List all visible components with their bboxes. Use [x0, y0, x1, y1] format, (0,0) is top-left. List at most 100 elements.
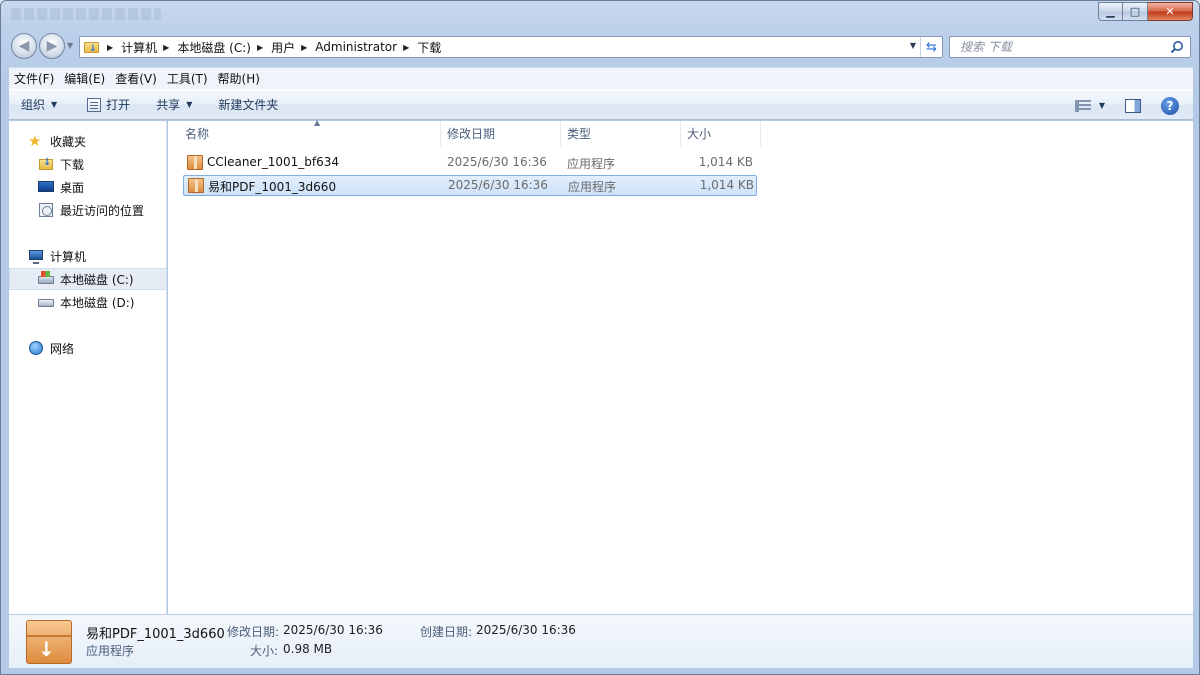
downloads-folder-icon: ↓: [83, 39, 101, 55]
menu-bar: 文件(F) 编辑(E) 查看(V) 工具(T) 帮助(H): [9, 67, 1193, 89]
computer-icon: [28, 248, 44, 264]
downloads-folder-icon: [38, 156, 54, 172]
menu-view[interactable]: 查看(V): [110, 68, 162, 90]
column-label: 大小: [687, 127, 712, 141]
search-input[interactable]: [950, 37, 1160, 57]
star-icon: ★: [28, 132, 42, 150]
preview-pane-icon[interactable]: [1125, 98, 1141, 113]
file-date: 2025/6/30 16:36: [448, 178, 548, 192]
file-type: 应用程序: [568, 180, 617, 194]
installer-package-icon: [187, 155, 203, 170]
navigation-pane: ★ 收藏夹 下载 桌面 最近访问的位置 计算机 本地磁盘 (C:) 本地磁盘 (…: [9, 121, 167, 614]
window-controls: ▁ □ ✕: [1098, 2, 1193, 21]
sidebar-item-recent-places[interactable]: 最近访问的位置: [9, 199, 167, 221]
window-title: [11, 8, 161, 20]
forward-button[interactable]: ▶: [39, 33, 65, 59]
recent-places-icon: [38, 202, 54, 218]
file-date: 2025/6/30 16:36: [447, 155, 547, 169]
breadcrumb-label[interactable]: 下载: [417, 39, 441, 56]
search-icon[interactable]: [1170, 40, 1184, 54]
title-bar[interactable]: ▁ □ ✕: [1, 1, 1199, 29]
details-created-value: 2025/6/30 16:36: [476, 623, 576, 637]
chevron-right-icon[interactable]: ▶: [257, 43, 263, 52]
new-folder-label: 新建文件夹: [218, 98, 279, 112]
breadcrumb-item-drive-c[interactable]: 本地磁盘 (C:) ▶: [177, 37, 271, 57]
menu-edit[interactable]: 编辑(E): [59, 68, 110, 90]
system-drive-icon: [38, 271, 54, 287]
column-header-date[interactable]: 修改日期: [441, 121, 561, 146]
command-bar-right: ▼ ?: [1074, 90, 1193, 121]
breadcrumb-label[interactable]: 计算机: [121, 39, 157, 56]
sidebar-item-desktop[interactable]: 桌面: [9, 176, 167, 198]
share-label: 共享: [156, 98, 181, 112]
file-row-selected[interactable]: 易和PDF_1001_3d660 2025/6/30 16:36 应用程序 1,…: [183, 175, 757, 196]
sidebar-item-label: 桌面: [60, 180, 85, 195]
chevron-right-icon[interactable]: ▶: [107, 43, 113, 52]
details-size-value: 0.98 MB: [283, 642, 333, 656]
sidebar-item-computer[interactable]: 计算机: [9, 245, 167, 267]
sidebar-item-drive-c[interactable]: 本地磁盘 (C:): [9, 268, 167, 290]
details-modified-label: 修改日期:: [227, 625, 280, 639]
chevron-right-icon[interactable]: ▶: [301, 43, 307, 52]
sidebar-item-downloads[interactable]: 下载: [9, 153, 167, 175]
sidebar-item-favorites[interactable]: ★ 收藏夹: [9, 130, 167, 152]
sidebar-item-label: 收藏夹: [50, 134, 87, 149]
organize-button[interactable]: 组织 ▼: [13, 93, 65, 117]
command-bar: 组织 ▼ 打开 共享 ▼ 新建文件夹 ▼ ?: [9, 89, 1193, 120]
chevron-right-icon[interactable]: ▶: [403, 43, 409, 52]
file-size: 1,014 KB: [698, 155, 753, 169]
search-box[interactable]: [949, 36, 1191, 58]
explorer-window: ▁ □ ✕ ◀ ▶ ▼ ↓ ▶ 计算机 ▶ 本地磁盘 (C:) ▶ 用户 ▶ Admi…: [0, 0, 1200, 675]
file-size: 1,014 KB: [699, 178, 754, 192]
sidebar-item-label: 本地磁盘 (D:): [60, 295, 135, 310]
open-button[interactable]: 打开: [79, 93, 138, 117]
view-options-icon[interactable]: [1074, 99, 1091, 112]
sort-ascending-icon: ▲: [314, 118, 321, 127]
sidebar-item-label: 本地磁盘 (C:): [60, 272, 134, 287]
help-icon[interactable]: ?: [1161, 96, 1179, 115]
chevron-right-icon[interactable]: ▶: [163, 43, 169, 52]
breadcrumb-item-computer[interactable]: 计算机 ▶: [121, 37, 177, 57]
breadcrumb-item-users[interactable]: 用户 ▶: [271, 37, 315, 57]
menu-file[interactable]: 文件(F): [9, 68, 59, 90]
file-list: 名称 ▲ 修改日期 类型 大小 CCleaner_1001_bf634 2025…: [168, 118, 1193, 614]
column-header-size[interactable]: 大小: [681, 121, 761, 146]
menu-help[interactable]: 帮助(H): [213, 68, 265, 90]
column-header-name[interactable]: 名称 ▲: [179, 118, 441, 146]
sidebar-item-network[interactable]: 网络: [9, 337, 167, 359]
details-size-label: 大小:: [250, 644, 279, 658]
refresh-icon[interactable]: ⇆: [920, 37, 942, 57]
sidebar-item-label: 网络: [50, 341, 75, 356]
file-name: 易和PDF_1001_3d660: [208, 180, 337, 194]
open-label: 打开: [106, 98, 131, 112]
address-bar[interactable]: ↓ ▶ 计算机 ▶ 本地磁盘 (C:) ▶ 用户 ▶ Administrator ▶ 下…: [79, 36, 943, 58]
breadcrumb-label[interactable]: Administrator: [315, 40, 397, 54]
new-folder-button[interactable]: 新建文件夹: [210, 93, 286, 117]
breadcrumb-label[interactable]: 用户: [271, 39, 295, 56]
share-button[interactable]: 共享 ▼: [148, 93, 200, 117]
breadcrumb-root[interactable]: ▶: [101, 37, 121, 57]
column-header-type[interactable]: 类型: [561, 121, 681, 146]
column-label: 修改日期: [447, 127, 496, 141]
details-file-name: 易和PDF_1001_3d660: [86, 627, 225, 642]
file-row[interactable]: CCleaner_1001_bf634 2025/6/30 16:36 应用程序…: [183, 153, 757, 174]
column-label: 名称: [185, 127, 210, 141]
sidebar-item-label: 最近访问的位置: [60, 203, 145, 218]
breadcrumb-item-downloads[interactable]: 下载: [417, 37, 441, 57]
address-history-dropdown-icon[interactable]: ▼: [910, 41, 916, 50]
recent-pages-dropdown-icon[interactable]: ▼: [67, 41, 73, 50]
chevron-down-icon: ▼: [51, 100, 58, 109]
breadcrumb-item-administrator[interactable]: Administrator ▶: [315, 37, 417, 57]
minimize-button[interactable]: ▁: [1098, 2, 1123, 21]
back-button[interactable]: ◀: [11, 33, 37, 59]
breadcrumb-label[interactable]: 本地磁盘 (C:): [177, 39, 251, 56]
chevron-down-icon[interactable]: ▼: [1099, 101, 1105, 110]
details-modified-value: 2025/6/30 16:36: [283, 623, 383, 637]
maximize-button[interactable]: □: [1123, 2, 1148, 21]
details-file-type: 应用程序: [86, 644, 135, 658]
close-button[interactable]: ✕: [1148, 2, 1193, 21]
organize-label: 组织: [21, 98, 46, 112]
open-icon: [87, 97, 102, 112]
sidebar-item-drive-d[interactable]: 本地磁盘 (D:): [9, 291, 167, 313]
menu-tools[interactable]: 工具(T): [162, 68, 213, 90]
